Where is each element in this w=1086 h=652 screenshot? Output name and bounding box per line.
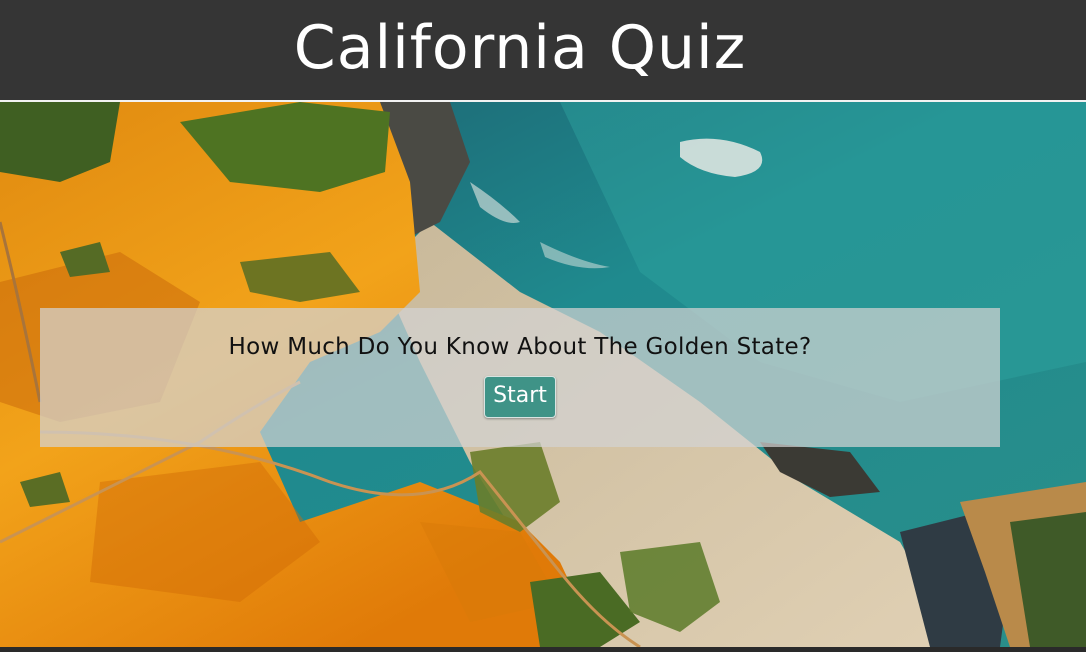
bottom-edge-bar xyxy=(0,647,1086,652)
start-button[interactable]: Start xyxy=(484,376,556,418)
page-title: California Quiz xyxy=(293,13,747,83)
quiz-intro-panel: How Much Do You Know About The Golden St… xyxy=(40,308,1000,447)
quiz-question-heading: How Much Do You Know About The Golden St… xyxy=(228,334,812,360)
page: California Quiz How Much Do You Know Abo… xyxy=(0,0,1086,652)
header-bar: California Quiz xyxy=(0,0,1086,102)
